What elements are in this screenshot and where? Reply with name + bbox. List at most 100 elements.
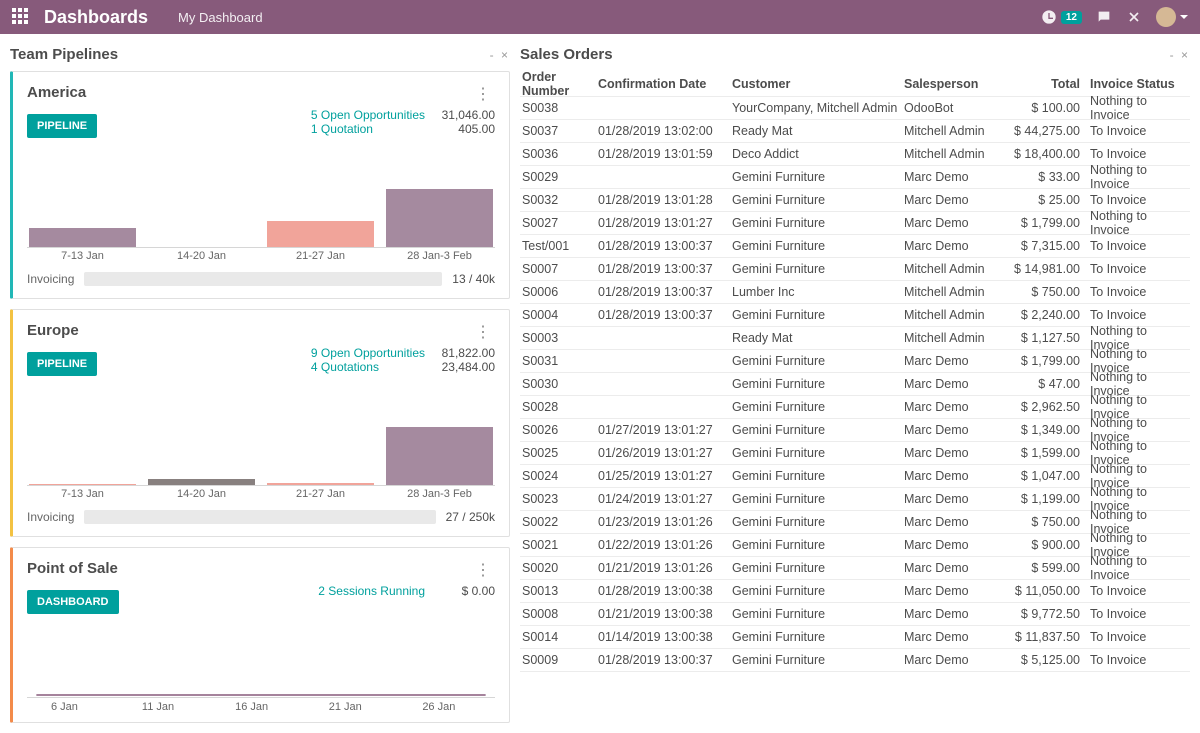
panel-title: Sales Orders — [520, 46, 613, 63]
cell-total: $ 25.00 — [1002, 193, 1080, 207]
cell-order: S0009 — [520, 653, 598, 667]
cell-invoice: To Invoice — [1080, 239, 1190, 253]
chart-bar[interactable] — [386, 189, 493, 247]
cell-salesperson: Marc Demo — [904, 492, 1002, 506]
card-stats: 9 Open Opportunities81,822.00 4 Quotatio… — [311, 346, 495, 374]
chart-bar[interactable] — [29, 228, 136, 247]
apps-icon[interactable] — [12, 8, 30, 26]
table-row[interactable]: S0007 01/28/2019 13:00:37 Gemini Furnitu… — [520, 258, 1190, 281]
chart-bar[interactable] — [29, 484, 136, 485]
sales-orders-header: Sales Orders - × — [520, 46, 1190, 63]
breadcrumb[interactable]: My Dashboard — [178, 10, 263, 25]
cell-order: S0024 — [520, 469, 598, 483]
axis-label: 7-13 Jan — [29, 250, 136, 262]
cell-total: $ 1,599.00 — [1002, 446, 1080, 460]
cell-salesperson: Marc Demo — [904, 354, 1002, 368]
table-row[interactable]: S0020 01/21/2019 13:01:26 Gemini Furnitu… — [520, 557, 1190, 580]
axis-label: 6 Jan — [51, 701, 78, 713]
cell-total: $ 11,050.00 — [1002, 584, 1080, 598]
cell-date: 01/28/2019 13:01:27 — [598, 216, 732, 230]
cell-order: Test/001 — [520, 239, 598, 253]
cell-date: 01/21/2019 13:01:26 — [598, 561, 732, 575]
cell-salesperson: Marc Demo — [904, 630, 1002, 644]
close-icon[interactable] — [1126, 9, 1142, 25]
axis-label: 16 Jan — [235, 701, 268, 713]
invoicing-progress[interactable] — [84, 510, 435, 524]
cell-salesperson: Mitchell Admin — [904, 285, 1002, 299]
cell-order: S0004 — [520, 308, 598, 322]
cell-invoice: Nothing to Invoice — [1080, 554, 1190, 582]
chart-bar[interactable] — [267, 483, 374, 485]
cell-total: $ 599.00 — [1002, 561, 1080, 575]
stat-value: 81,822.00 — [425, 346, 495, 360]
cell-invoice: To Invoice — [1080, 262, 1190, 276]
col-order[interactable]: Order Number — [520, 70, 598, 98]
panel-collapse-button[interactable]: - × — [490, 48, 510, 62]
brand: Dashboards — [44, 7, 148, 28]
axis-label: 11 Jan — [142, 701, 174, 713]
cell-date: 01/28/2019 13:02:00 — [598, 124, 732, 138]
col-salesperson[interactable]: Salesperson — [904, 77, 1002, 91]
team-card: Europe ⋮ PIPELINE 9 Open Opportunities81… — [10, 309, 510, 537]
stat-link[interactable]: 2 Sessions Running — [318, 584, 425, 598]
card-title: Europe — [27, 322, 79, 339]
axis-label: 21 Jan — [329, 701, 362, 713]
table-row[interactable]: S0038 YourCompany, Mitchell Admin OdooBo… — [520, 97, 1190, 120]
chart-bar[interactable] — [267, 221, 374, 247]
table-row[interactable]: S0037 01/28/2019 13:02:00 Ready Mat Mitc… — [520, 120, 1190, 143]
card-title: Point of Sale — [27, 560, 118, 577]
stat-link[interactable]: 1 Quotation — [311, 122, 373, 136]
cell-date: 01/28/2019 13:00:37 — [598, 308, 732, 322]
team-card: Point of Sale ⋮ DASHBOARD 2 Sessions Run… — [10, 547, 510, 723]
table-row[interactable]: S0006 01/28/2019 13:00:37 Lumber Inc Mit… — [520, 281, 1190, 304]
invoicing-label: Invoicing — [27, 272, 74, 286]
cell-order: S0025 — [520, 446, 598, 460]
cell-salesperson: Mitchell Admin — [904, 331, 1002, 345]
cell-invoice: To Invoice — [1080, 653, 1190, 667]
chart-bar[interactable] — [386, 427, 493, 485]
stat-link[interactable]: 9 Open Opportunities — [311, 346, 425, 360]
card-stats: 5 Open Opportunities31,046.00 1 Quotatio… — [311, 108, 495, 136]
table-row[interactable]: S0008 01/21/2019 13:00:38 Gemini Furnitu… — [520, 603, 1190, 626]
cell-customer: Gemini Furniture — [732, 239, 904, 253]
table-row[interactable]: S0009 01/28/2019 13:00:37 Gemini Furnitu… — [520, 649, 1190, 672]
pipeline-button[interactable]: DASHBOARD — [27, 590, 119, 614]
table-row[interactable]: S0014 01/14/2019 13:00:38 Gemini Furnitu… — [520, 626, 1190, 649]
col-customer[interactable]: Customer — [732, 77, 904, 91]
col-date[interactable]: Confirmation Date — [598, 77, 732, 91]
cell-order: S0028 — [520, 400, 598, 414]
stat-link[interactable]: 5 Open Opportunities — [311, 108, 425, 122]
pipeline-button[interactable]: PIPELINE — [27, 114, 97, 138]
cell-order: S0021 — [520, 538, 598, 552]
invoicing-label: Invoicing — [27, 510, 74, 524]
cell-customer: Gemini Furniture — [732, 377, 904, 391]
cell-order: S0014 — [520, 630, 598, 644]
chat-icon[interactable] — [1096, 9, 1112, 25]
card-menu-button[interactable]: ⋮ — [471, 322, 495, 342]
card-menu-button[interactable]: ⋮ — [471, 560, 495, 580]
table-row[interactable]: S0029 Gemini Furniture Marc Demo $ 33.00… — [520, 166, 1190, 189]
user-menu[interactable] — [1156, 7, 1188, 27]
stat-link[interactable]: 4 Quotations — [311, 360, 379, 374]
panel-collapse-button[interactable]: - × — [1170, 48, 1190, 62]
table-row[interactable]: S0027 01/28/2019 13:01:27 Gemini Furnitu… — [520, 212, 1190, 235]
cell-order: S0003 — [520, 331, 598, 345]
card-menu-button[interactable]: ⋮ — [471, 84, 495, 104]
invoicing-progress[interactable] — [84, 272, 442, 286]
chart-bar[interactable] — [148, 479, 255, 485]
table-row[interactable]: S0013 01/28/2019 13:00:38 Gemini Furnitu… — [520, 580, 1190, 603]
col-total[interactable]: Total — [1002, 77, 1080, 91]
cell-customer: Gemini Furniture — [732, 469, 904, 483]
cell-total: $ 1,127.50 — [1002, 331, 1080, 345]
table-row[interactable]: Test/001 01/28/2019 13:00:37 Gemini Furn… — [520, 235, 1190, 258]
cell-customer: Gemini Furniture — [732, 193, 904, 207]
activity-button[interactable]: 12 — [1041, 9, 1082, 25]
cell-salesperson: Marc Demo — [904, 584, 1002, 598]
cell-salesperson: Mitchell Admin — [904, 124, 1002, 138]
pipeline-button[interactable]: PIPELINE — [27, 352, 97, 376]
card-title: America — [27, 84, 86, 101]
cell-date: 01/23/2019 13:01:26 — [598, 515, 732, 529]
col-invoice[interactable]: Invoice Status — [1080, 77, 1190, 91]
cell-customer: Gemini Furniture — [732, 446, 904, 460]
stat-value: 31,046.00 — [425, 108, 495, 122]
